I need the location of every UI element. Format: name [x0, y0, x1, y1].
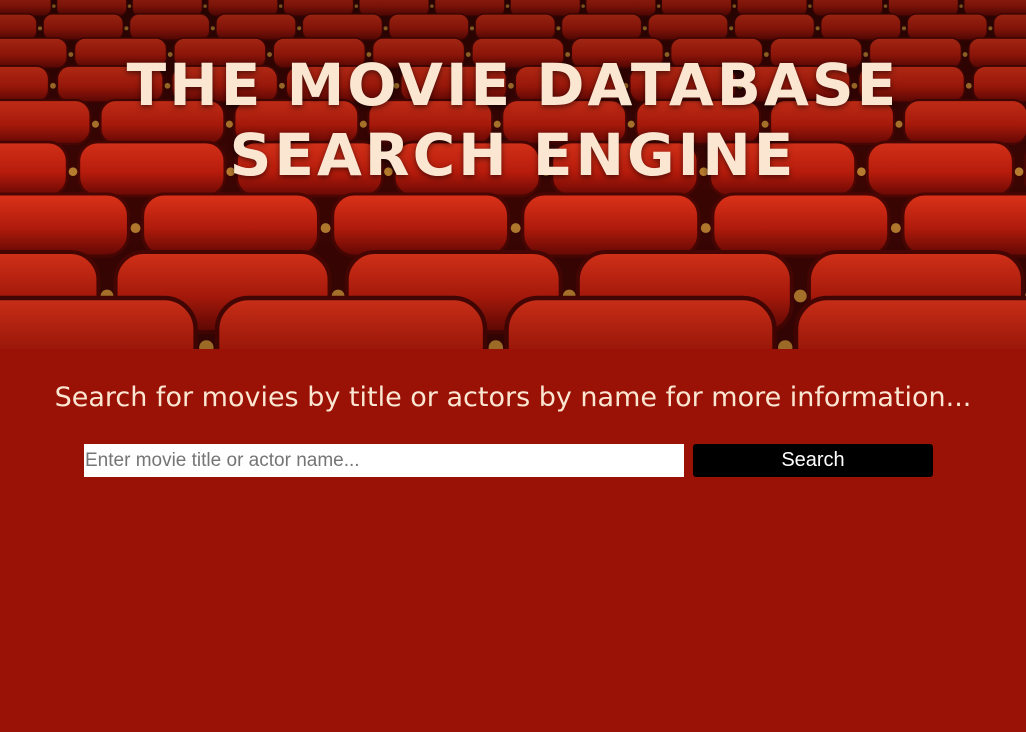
search-instructions: Search for movies by title or actors by …: [54, 382, 972, 413]
page-title: THE MOVIE DATABASE SEARCH ENGINE: [126, 51, 900, 189]
search-form: Search: [84, 444, 933, 477]
main-content: Search for movies by title or actors by …: [0, 349, 1026, 732]
hero-banner: THE MOVIE DATABASE SEARCH ENGINE: [0, 0, 1026, 349]
search-button[interactable]: Search: [693, 444, 933, 477]
search-input[interactable]: [84, 444, 684, 477]
